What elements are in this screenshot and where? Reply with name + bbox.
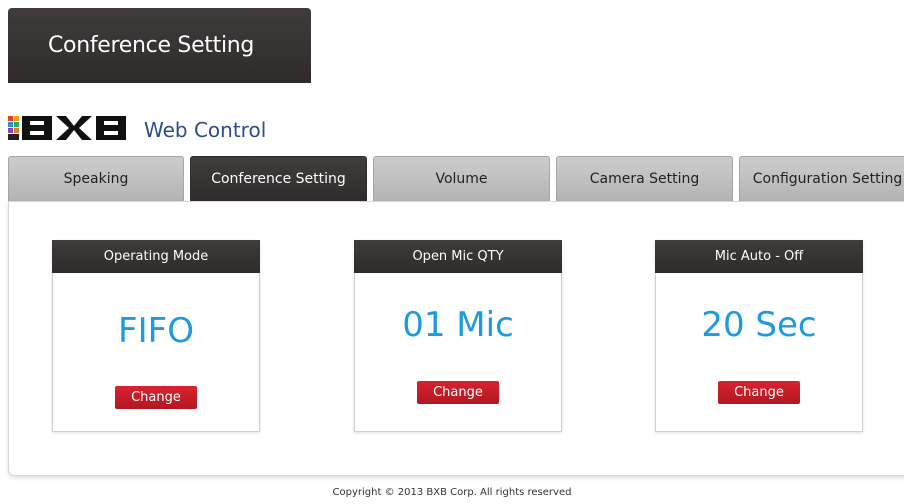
card-title: Open Mic QTY	[354, 240, 562, 273]
mic-auto-off-value: 20 Sec	[701, 305, 817, 345]
operating-mode-change-button[interactable]: Change	[115, 386, 197, 409]
tab-speaking[interactable]: Speaking	[8, 156, 184, 201]
tab-conference-setting[interactable]: Conference Setting	[190, 156, 367, 201]
main-tabs: Speaking Conference Setting Volume Camer…	[8, 156, 904, 201]
operating-mode-value: FIFO	[118, 311, 194, 351]
card-title: Mic Auto - Off	[655, 240, 863, 273]
operating-mode-card: Operating Mode FIFO Change	[52, 240, 260, 432]
open-mic-qty-value: 01 Mic	[402, 305, 514, 345]
brand-title: Web Control	[144, 118, 267, 142]
bxb-logo	[8, 116, 126, 140]
mic-auto-off-change-button[interactable]: Change	[718, 381, 800, 404]
card-title: Operating Mode	[52, 240, 260, 273]
mic-auto-off-card: Mic Auto - Off 20 Sec Change	[655, 240, 863, 432]
footer-copyright: Copyright © 2013 BXB Corp. All rights re…	[332, 487, 572, 498]
tab-volume[interactable]: Volume	[373, 156, 550, 201]
tab-camera-setting[interactable]: Camera Setting	[556, 156, 733, 201]
page-title: Conference Setting	[8, 8, 311, 83]
open-mic-qty-card: Open Mic QTY 01 Mic Change	[354, 240, 562, 432]
tab-configuration-setting[interactable]: Configuration Setting	[739, 156, 904, 201]
open-mic-qty-change-button[interactable]: Change	[417, 381, 499, 404]
